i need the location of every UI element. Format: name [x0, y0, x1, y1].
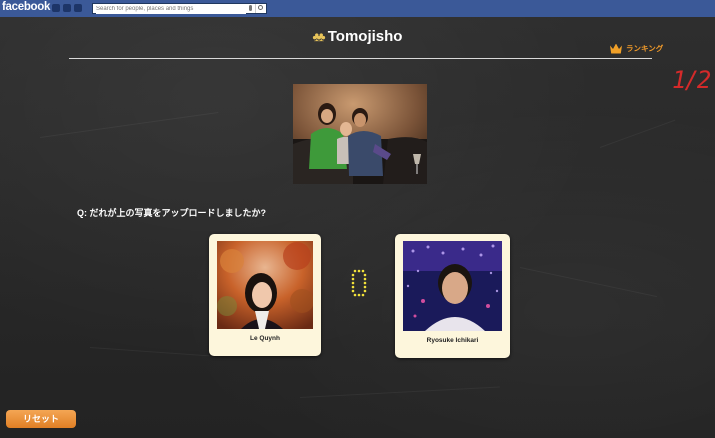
choice-2-photo	[403, 241, 502, 331]
friend-requests-icon[interactable]	[52, 4, 60, 12]
app-title: ♣♣ Tomojisho	[0, 28, 715, 45]
choice-1-photo	[217, 241, 313, 329]
notification-icons	[52, 4, 82, 12]
search-icon[interactable]	[255, 4, 266, 13]
question-text: Q: だれが上の写真をアップロードしましたか?	[77, 208, 266, 218]
choice-card-1[interactable]: Le Quynh	[209, 234, 321, 356]
facebook-top-bar: facebook	[0, 0, 715, 18]
reset-button[interactable]: リセット	[6, 410, 76, 428]
crown-icon	[610, 44, 622, 54]
choice-2-name: Ryosuke Ichikari	[426, 337, 479, 344]
ranking-label: ランキング	[626, 44, 664, 53]
header-divider	[69, 58, 652, 59]
notifications-icon[interactable]	[74, 4, 82, 12]
quiz-photo	[293, 84, 427, 184]
app-title-text: Tomojisho	[327, 28, 403, 45]
question-progress: 1/2	[672, 66, 711, 94]
microphone-icon[interactable]	[249, 5, 252, 11]
messages-icon[interactable]	[63, 4, 71, 12]
choice-card-2[interactable]: Ryosuke Ichikari	[395, 234, 510, 358]
facebook-logo[interactable]: facebook	[2, 1, 50, 13]
ranking-link[interactable]: ランキング	[610, 43, 663, 54]
choice-1-name: Le Quynh	[250, 335, 280, 342]
countdown-timer	[349, 268, 369, 298]
people-pair-icon: ♣♣	[312, 29, 326, 44]
search-box[interactable]	[92, 3, 267, 14]
search-input[interactable]	[96, 4, 246, 14]
chalkboard-background	[0, 17, 715, 438]
